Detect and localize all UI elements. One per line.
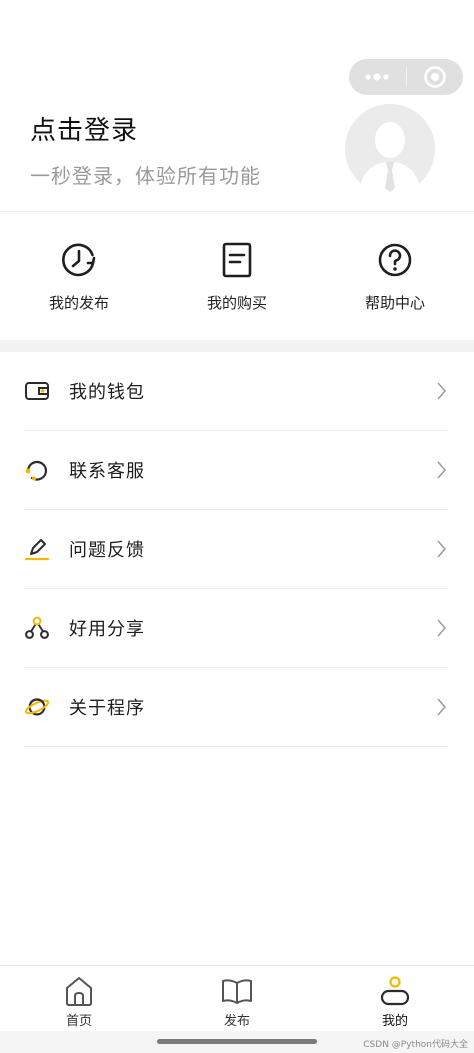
more-dots-icon: [365, 73, 389, 81]
user-icon: [380, 976, 410, 1006]
quick-actions: 我的发布 我的购买 帮助中心: [0, 232, 474, 332]
tab-mine[interactable]: 我的: [316, 966, 474, 1031]
book-icon: [222, 979, 252, 1004]
tab-label: 首页: [65, 1014, 92, 1029]
quick-action-help-center[interactable]: 帮助中心: [316, 232, 474, 332]
quick-action-my-posts[interactable]: 我的发布: [0, 232, 158, 332]
chevron-right-icon: [437, 540, 447, 558]
document-list-icon: [222, 242, 252, 278]
menu-item-feedback[interactable]: 问题反馈: [24, 510, 448, 589]
more-button[interactable]: [349, 59, 406, 95]
menu-item-about[interactable]: 关于程序: [24, 668, 448, 747]
login-title[interactable]: 点击登录: [30, 110, 138, 147]
target-circle-icon: [423, 66, 446, 88]
tab-home[interactable]: 首页: [0, 966, 158, 1031]
wallet-icon: [24, 378, 50, 404]
home-indicator: [157, 1039, 317, 1044]
menu-item-label: 问题反馈: [69, 540, 145, 561]
quick-action-label: 我的发布: [48, 294, 109, 312]
chevron-right-icon: [437, 382, 447, 400]
quick-action-my-purchases[interactable]: 我的购买: [158, 232, 316, 332]
tab-label: 我的: [381, 1014, 408, 1029]
tab-bar: 首页 发布 我的: [0, 965, 474, 1031]
chevron-right-icon: [437, 461, 447, 479]
menu-item-label: 我的钱包: [69, 382, 145, 403]
quick-action-label: 我的购买: [206, 294, 267, 312]
home-icon: [66, 977, 92, 1006]
menu-item-share[interactable]: 好用分享: [24, 589, 448, 668]
clock-arrow-icon: [62, 243, 96, 277]
menu-item-wallet[interactable]: 我的钱包: [24, 352, 448, 431]
planet-icon: [24, 694, 50, 720]
help-circle-icon: [378, 243, 412, 277]
share-nodes-icon: [24, 615, 50, 641]
menu-item-label: 关于程序: [69, 698, 145, 719]
menu-list: 我的钱包 联系客服 问题反馈 好用分享 关于程序: [24, 352, 448, 747]
close-miniprogram-button[interactable]: [407, 59, 464, 95]
watermark: CSDN @Python代码大全: [363, 1040, 468, 1050]
miniprogram-capsule: [349, 59, 463, 95]
pencil-icon: [24, 536, 50, 562]
quick-action-label: 帮助中心: [364, 294, 425, 312]
avatar[interactable]: [345, 104, 435, 194]
menu-item-label: 联系客服: [69, 461, 145, 482]
login-subtitle: 一秒登录，体验所有功能: [30, 164, 261, 188]
tab-label: 发布: [223, 1014, 250, 1029]
menu-item-customer-service[interactable]: 联系客服: [24, 431, 448, 510]
chevron-right-icon: [437, 619, 447, 637]
menu-item-label: 好用分享: [69, 619, 145, 640]
chevron-right-icon: [437, 698, 447, 716]
tab-publish[interactable]: 发布: [158, 966, 316, 1031]
headset-icon: [24, 457, 50, 483]
default-avatar-icon: [345, 104, 435, 194]
header-divider: [0, 211, 474, 212]
section-spacer: [0, 340, 474, 352]
